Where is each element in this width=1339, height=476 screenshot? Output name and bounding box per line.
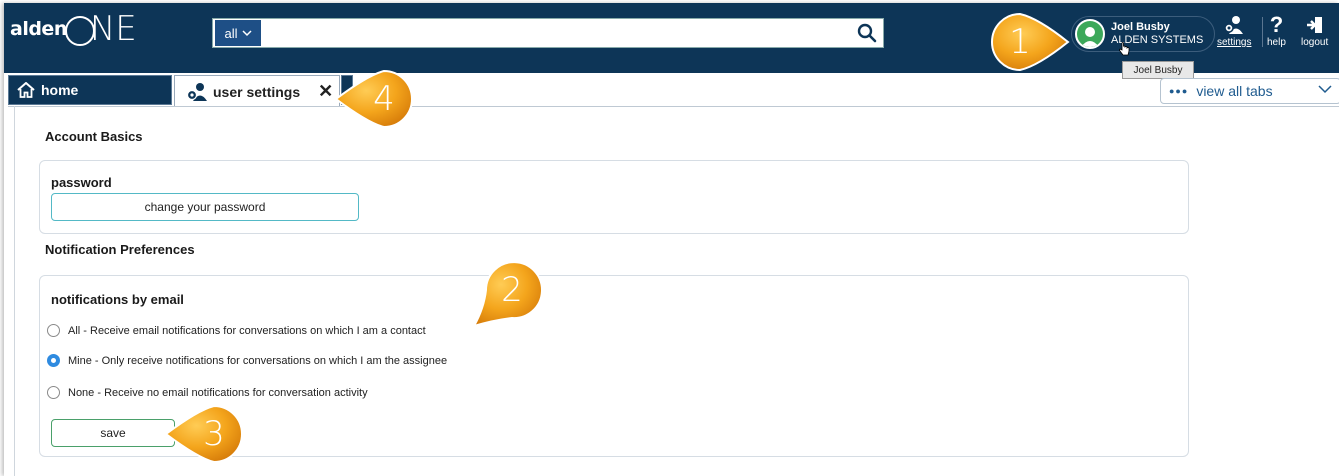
hand-cursor-icon <box>1119 42 1130 56</box>
callout-2-number: 2 <box>501 270 523 310</box>
logout-label: logout <box>1301 37 1329 48</box>
tab-home[interactable]: home <box>8 75 172 105</box>
callout-4-number: 4 <box>373 79 395 119</box>
callout-3-number: 3 <box>203 414 225 454</box>
radio-option-all[interactable]: All - Receive email notifications for co… <box>47 324 426 337</box>
radio-label-all: All - Receive email notifications for co… <box>68 324 426 337</box>
search-input[interactable] <box>261 20 851 46</box>
change-password-button[interactable]: change your password <box>51 193 359 221</box>
dots-icon: ●●● <box>1169 86 1189 96</box>
radio-all[interactable] <box>47 324 60 337</box>
chevron-down-icon <box>1318 85 1332 94</box>
callout-1: 1 <box>988 10 1070 74</box>
help-button[interactable]: ? help <box>1267 12 1286 49</box>
logo-one-ne: NE <box>89 9 137 49</box>
tab-user-settings-label: user settings <box>213 83 301 100</box>
tab-user-settings[interactable]: user settings ✕ <box>174 75 340 107</box>
logout-icon <box>1306 17 1322 33</box>
search-icon <box>857 23 877 43</box>
notifications-by-email-label: notifications by email <box>51 292 184 307</box>
user-settings-icon <box>1224 16 1244 34</box>
user-settings-icon <box>186 82 207 101</box>
user-name: Joel Busby <box>1111 21 1170 33</box>
section-title-account-basics: Account Basics <box>45 129 143 144</box>
section-title-notification-preferences: Notification Preferences <box>45 242 195 257</box>
search-button[interactable] <box>851 19 883 47</box>
logo-alden-text: alden <box>10 18 67 40</box>
header-divider <box>1262 17 1263 47</box>
chevron-down-icon <box>241 29 252 36</box>
alden-one-logo[interactable]: alden NE <box>10 11 137 47</box>
global-search: all <box>212 18 884 48</box>
radio-label-mine: Mine - Only receive notifications for co… <box>68 354 448 367</box>
callout-2: 2 <box>471 258 544 328</box>
password-label: password <box>51 175 112 190</box>
callout-4: 4 <box>334 67 416 131</box>
user-icon <box>1081 27 1099 47</box>
logo-one-text: NE <box>64 9 137 49</box>
radio-none[interactable] <box>47 386 60 399</box>
help-icon: ? <box>1269 12 1284 37</box>
help-label: help <box>1267 37 1286 48</box>
settings-label: settings <box>1217 37 1252 48</box>
radio-option-mine[interactable]: Mine - Only receive notifications for co… <box>47 354 447 367</box>
radio-option-none[interactable]: None - Receive no email notifications fo… <box>47 386 368 399</box>
search-scope-dropdown[interactable]: all <box>215 20 261 46</box>
save-button[interactable]: save <box>51 419 175 447</box>
radio-mine[interactable] <box>47 354 60 367</box>
close-icon[interactable]: ✕ <box>318 81 333 102</box>
logout-button[interactable]: logout <box>1301 15 1328 48</box>
settings-button[interactable]: settings <box>1217 15 1251 48</box>
view-all-tabs-dropdown[interactable]: ●●● view all tabs <box>1160 78 1339 104</box>
content-left-border <box>14 106 15 476</box>
avatar <box>1075 19 1105 49</box>
password-card: password change your password <box>39 160 1189 234</box>
home-icon <box>17 82 35 98</box>
callout-3: 3 <box>164 402 246 466</box>
user-tooltip: Joel Busby <box>1122 61 1194 79</box>
tab-home-label: home <box>41 82 79 98</box>
user-menu[interactable]: Joel Busby ALDEN SYSTEMS <box>1071 16 1215 52</box>
radio-label-none: None - Receive no email notifications fo… <box>68 386 368 399</box>
view-all-tabs-label: view all tabs <box>1196 83 1273 99</box>
callout-1-number: 1 <box>1009 22 1031 62</box>
search-scope-label: all <box>224 25 238 41</box>
content-top-border <box>8 106 1339 107</box>
